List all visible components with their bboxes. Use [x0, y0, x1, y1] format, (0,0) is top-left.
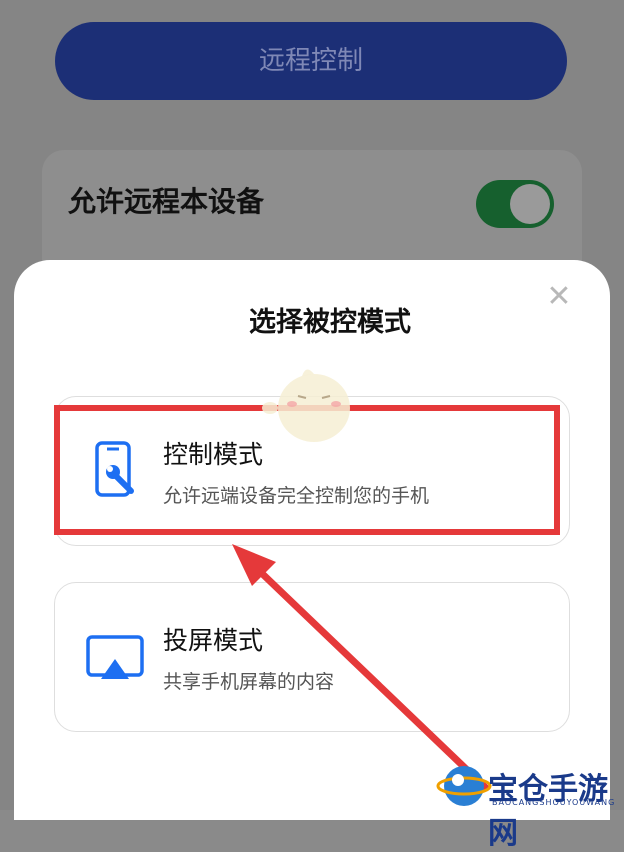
allow-remote-toggle[interactable]: [476, 180, 554, 228]
watermark-sub: BAOCANGSHOUYOUWANG: [492, 798, 616, 807]
remote-control-button[interactable]: 远程控制: [55, 22, 567, 100]
cast-mode-title: 投屏模式: [163, 626, 264, 655]
mascot-watermark-icon: [262, 369, 350, 442]
screen-cast-icon: [86, 635, 144, 679]
cast-mode-option[interactable]: 投屏模式 共享手机屏幕的内容: [54, 582, 570, 732]
watermark-logo-icon: [436, 766, 492, 806]
cast-mode-desc: 共享手机屏幕的内容: [163, 671, 335, 693]
toggle-knob: [510, 184, 550, 224]
watermark-brand: 宝仓手游网: [488, 772, 608, 851]
allow-remote-label: 允许远程本设备: [68, 185, 265, 218]
sheet-title: 选择被控模式: [249, 307, 411, 338]
